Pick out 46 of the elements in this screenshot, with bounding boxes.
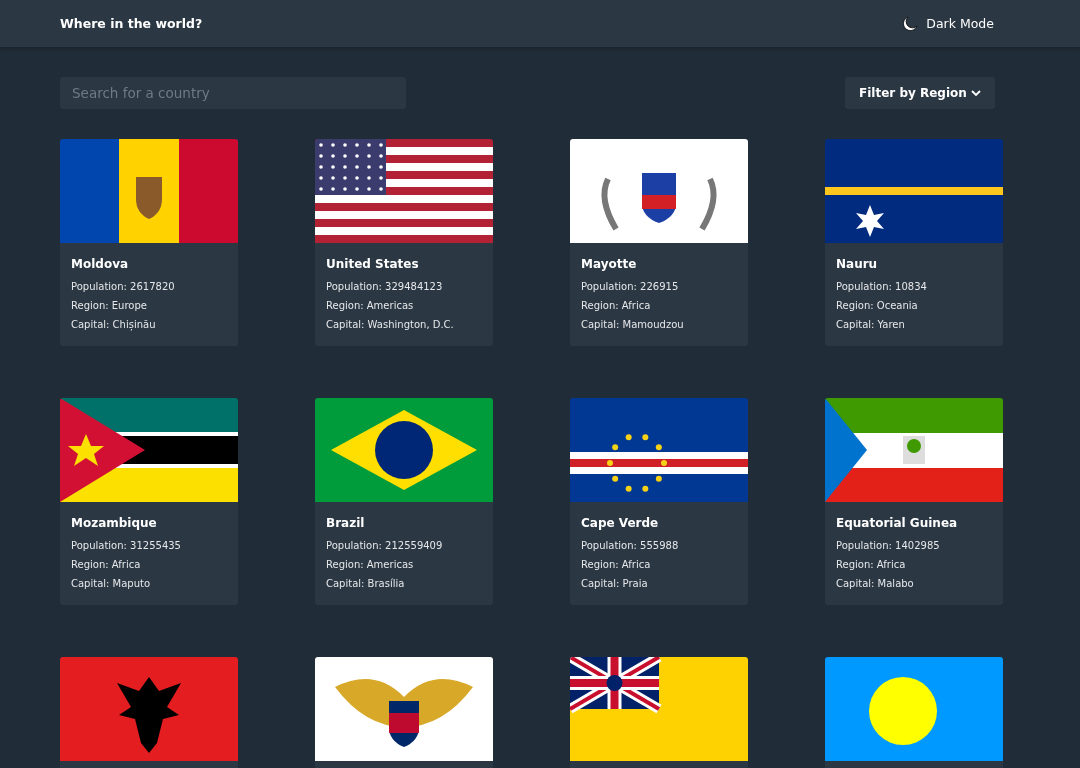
population-text: Population: 2617820 [71, 280, 176, 294]
population-text: Population: 10834 [836, 280, 928, 294]
population-text: Population: 329484123 [326, 280, 444, 294]
capital-text: Capital: Chișinău [71, 318, 157, 333]
country-name: Mozambique [71, 516, 158, 530]
population-text: Population: 1402985 [836, 539, 941, 553]
capital-text: Capital: Mamoudzou [581, 318, 685, 332]
capital-text: Capital: Brasília [326, 577, 406, 591]
region-text: Region: Africa [71, 558, 142, 572]
app-title: Where in the world? [60, 16, 203, 31]
region-text: Region: Americas [326, 299, 415, 313]
region-text: Region: Americas [326, 558, 415, 572]
population-text: Population: 555988 [581, 539, 680, 553]
capital-text: Capital: Yaren [836, 318, 906, 332]
capital-text: Capital: Maputo [71, 577, 152, 591]
country-name: Brazil [326, 516, 366, 530]
capital-text: Capital: Praia [581, 577, 649, 591]
region-text: Region: Africa [836, 558, 907, 572]
region-text: Region: Europe [71, 299, 148, 313]
region-text: Region: Africa [581, 299, 652, 313]
capital-text: Capital: Malabo [836, 577, 915, 591]
region-text: Region: Africa [581, 558, 652, 572]
country-name: Moldova [71, 257, 130, 271]
search-field[interactable]: Search for a country [60, 77, 406, 109]
capital-text: Capital: Washington, D.C. [326, 318, 455, 332]
country-name: Cape Verde [581, 516, 660, 530]
country-card[interactable]: Moldova Population: 2617820 Region: Europe Capital: Chișinău [60, 139, 238, 346]
country-card[interactable]: Mozambique Population: 31255435 Region: Africa Capital: Maputo [60, 398, 238, 605]
region-filter-dropdown[interactable]: Filter by Region [845, 77, 995, 109]
population-text: Population: 31255435 [71, 539, 182, 553]
moon-icon [902, 15, 919, 32]
chevron-down-icon [971, 89, 981, 97]
dark-mode-toggle[interactable]: Dark Mode [902, 15, 994, 32]
country-card[interactable]: Cape Verde Population: 555988 Region: Africa Capital: Praia [570, 398, 748, 605]
country-card[interactable]: Nauru Population: 10834 Region: Oceania Capital: Yaren [825, 139, 1003, 346]
country-name: Mayotte [581, 257, 638, 271]
country-name: United States [326, 257, 420, 271]
population-text: Population: 226915 [581, 280, 680, 294]
region-text: Region: Oceania [836, 299, 919, 313]
country-card[interactable]: Equatorial Guinea Population: 1402985 Region: Africa Capital: Malabo [825, 398, 1003, 605]
country-name: Equatorial Guinea [836, 516, 959, 530]
country-card[interactable]: United States Population: 329484123 Region: Americas Capital: Washington, D.C. [315, 139, 493, 346]
country-card[interactable]: Mayotte Population: 226915 Region: Africa Capital: Mamoudzou [570, 139, 748, 346]
country-card[interactable]: Brazil Population: 212559409 Region: Americas Capital: Brasília [315, 398, 493, 605]
country-name: Nauru [836, 257, 879, 271]
population-text: Population: 212559409 [326, 539, 444, 553]
